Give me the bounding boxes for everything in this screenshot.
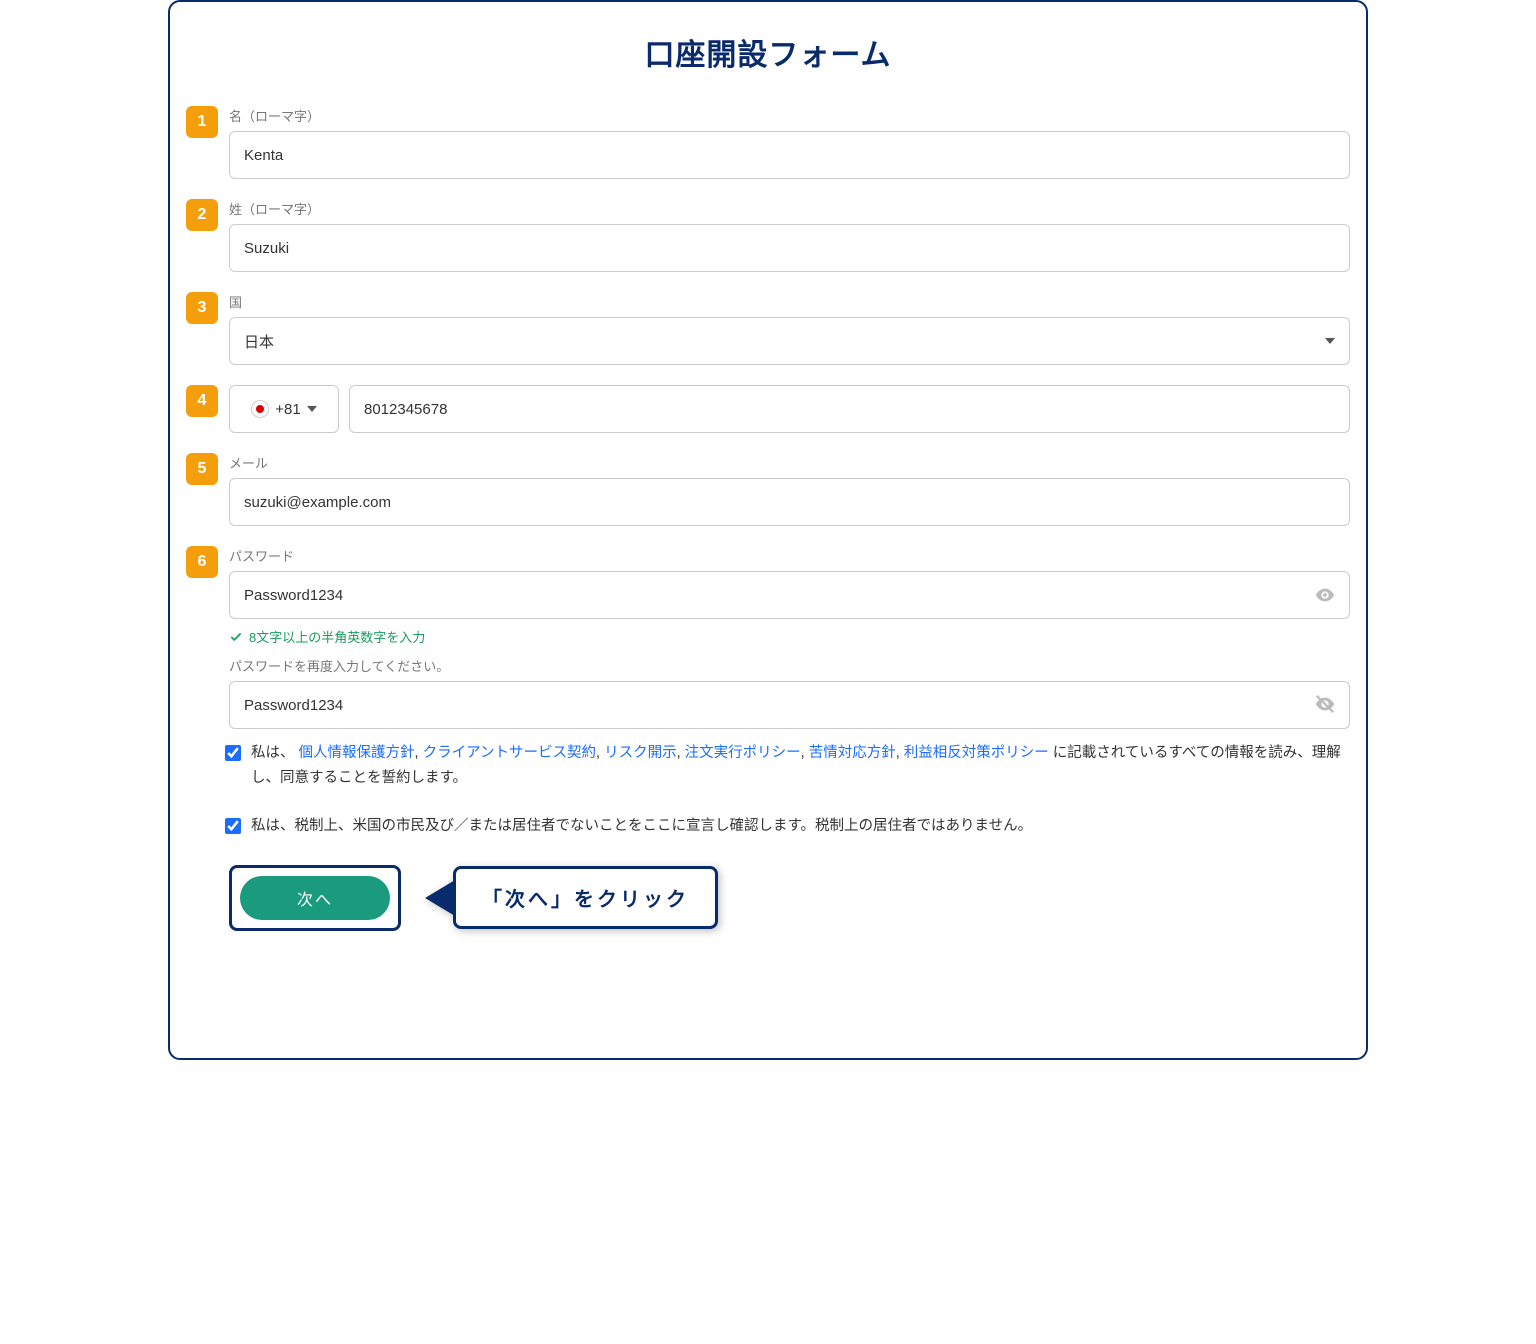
eye-icon[interactable] bbox=[1314, 584, 1336, 606]
country-select[interactable]: 日本 bbox=[229, 317, 1350, 365]
link-privacy-policy[interactable]: 個人情報保護方針 bbox=[299, 745, 415, 761]
eye-off-icon[interactable] bbox=[1314, 693, 1336, 715]
country-code-value: +81 bbox=[275, 401, 300, 418]
link-complaints-policy[interactable]: 苦情対応方針 bbox=[809, 745, 896, 761]
chevron-down-icon bbox=[307, 406, 317, 412]
label-country: 国 bbox=[229, 292, 1350, 311]
password-input[interactable] bbox=[229, 571, 1350, 619]
next-button[interactable]: 次へ bbox=[240, 876, 390, 920]
agreement-2: 私は、税制上、米国の市民及び／または居住者でないことをここに宣言し確認します。税… bbox=[225, 814, 1350, 839]
japan-flag-icon bbox=[251, 400, 269, 418]
check-icon bbox=[229, 630, 243, 644]
label-password: パスワード bbox=[229, 546, 1350, 565]
step-badge-4: 4 bbox=[186, 385, 218, 417]
agreement-1-checkbox[interactable] bbox=[225, 745, 241, 761]
form-container: 口座開設フォーム 1 名（ローマ字） 2 姓（ローマ字） 3 国 日本 4 bbox=[168, 0, 1368, 1060]
email-input[interactable] bbox=[229, 478, 1350, 526]
step-badge-6: 6 bbox=[186, 546, 218, 578]
country-code-select[interactable]: +81 bbox=[229, 385, 339, 433]
last-name-input[interactable] bbox=[229, 224, 1350, 272]
step-badge-3: 3 bbox=[186, 292, 218, 324]
label-first-name: 名（ローマ字） bbox=[229, 106, 1350, 125]
row-phone: 4 +81 bbox=[186, 385, 1350, 433]
phone-input[interactable] bbox=[349, 385, 1350, 433]
link-conflicts-policy[interactable]: 利益相反対策ポリシー bbox=[904, 745, 1049, 761]
first-name-input[interactable] bbox=[229, 131, 1350, 179]
link-risk-disclosure[interactable]: リスク開示 bbox=[604, 745, 677, 761]
next-button-highlight: 次へ bbox=[229, 865, 401, 931]
country-value: 日本 bbox=[244, 331, 274, 352]
step-badge-2: 2 bbox=[186, 199, 218, 231]
label-email: メール bbox=[229, 453, 1350, 472]
row-last-name: 2 姓（ローマ字） bbox=[186, 199, 1350, 272]
label-password-repeat: パスワードを再度入力してください。 bbox=[229, 656, 1350, 675]
link-client-agreement[interactable]: クライアントサービス契約 bbox=[423, 745, 596, 761]
callout-text: 「次へ」をクリック bbox=[453, 866, 718, 929]
label-last-name: 姓（ローマ字） bbox=[229, 199, 1350, 218]
callout: 「次へ」をクリック bbox=[425, 866, 718, 929]
link-order-execution[interactable]: 注文実行ポリシー bbox=[685, 745, 801, 761]
callout-arrow-icon bbox=[425, 880, 455, 916]
agreement-1: 私は、 個人情報保護方針, クライアントサービス契約, リスク開示, 注文実行ポ… bbox=[225, 741, 1350, 790]
row-email: 5 メール bbox=[186, 453, 1350, 526]
step-badge-5: 5 bbox=[186, 453, 218, 485]
password-hint-ok: 8文字以上の半角英数字を入力 bbox=[229, 627, 1350, 646]
step-badge-1: 1 bbox=[186, 106, 218, 138]
agreement-2-checkbox[interactable] bbox=[225, 818, 241, 834]
row-country: 3 国 日本 bbox=[186, 292, 1350, 365]
row-first-name: 1 名（ローマ字） bbox=[186, 106, 1350, 179]
page-title: 口座開設フォーム bbox=[186, 30, 1350, 74]
chevron-down-icon bbox=[1325, 338, 1335, 344]
row-password: 6 パスワード 8文字以上の半角英数字を入力 パスワードを再度入力してください。… bbox=[186, 546, 1350, 931]
password-repeat-input[interactable] bbox=[229, 681, 1350, 729]
